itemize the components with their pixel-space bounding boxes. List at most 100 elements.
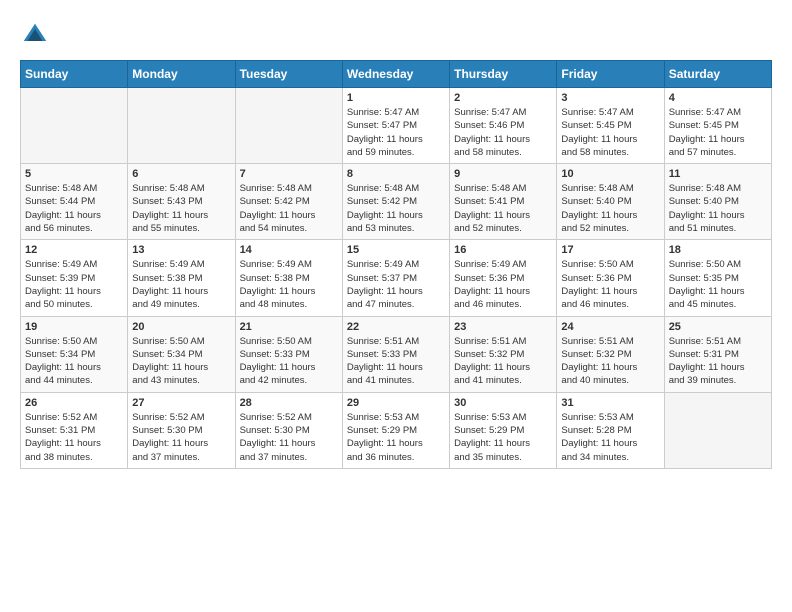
calendar-cell: 6Sunrise: 5:48 AMSunset: 5:43 PMDaylight… (128, 164, 235, 240)
calendar-cell: 5 Sunrise: 5:48 AMSunset: 5:44 PMDaylight… (21, 164, 128, 240)
day-number: 4 (669, 92, 767, 104)
calendar-cell: 23 Sunrise: 5:51 AMSunset: 5:32 PMDayligh… (450, 316, 557, 392)
weekday-header: Sunday (21, 61, 128, 88)
day-info: Sunrise: 5:51 AMSunset: 5:32 PMDaylight:… (561, 335, 659, 388)
day-number: 6 (132, 168, 230, 180)
day-info: Sunrise: 5:47 AMSunset: 5:45 PMDaylight:… (669, 106, 767, 159)
day-number: 22 (347, 321, 445, 333)
day-info: Sunrise: 5:48 AMSunset: 5:41 PMDaylight:… (454, 182, 552, 235)
day-info: Sunrise: 5:47 AMSunset: 5:45 PMDaylight:… (561, 106, 659, 159)
logo (20, 20, 54, 50)
day-info: Sunrise: 5:53 AMSunset: 5:29 PMDaylight:… (454, 411, 552, 464)
day-info: Sunrise: 5:50 AMSunset: 5:34 PMDaylight:… (132, 335, 230, 388)
day-info: Sunrise: 5:47 AMSunset: 5:46 PMDaylight:… (454, 106, 552, 159)
day-number: 25 (669, 321, 767, 333)
day-number: 17 (561, 244, 659, 256)
day-info: Sunrise: 5:50 AMSunset: 5:33 PMDaylight:… (240, 335, 338, 388)
calendar-cell: 9 Sunrise: 5:48 AMSunset: 5:41 PMDaylight… (450, 164, 557, 240)
page-header (20, 20, 772, 50)
day-number: 1 (347, 92, 445, 104)
day-info: Sunrise: 5:53 AMSunset: 5:28 PMDaylight:… (561, 411, 659, 464)
weekday-header: Thursday (450, 61, 557, 88)
day-info: Sunrise: 5:49 AMSunset: 5:38 PMDaylight:… (132, 258, 230, 311)
calendar-cell: 29Sunrise: 5:53 AMSunset: 5:29 PMDayligh… (342, 392, 449, 468)
calendar-cell (664, 392, 771, 468)
calendar-week-row: 5 Sunrise: 5:48 AMSunset: 5:44 PMDaylight… (21, 164, 772, 240)
day-info: Sunrise: 5:50 AMSunset: 5:34 PMDaylight:… (25, 335, 123, 388)
calendar-cell: 14 Sunrise: 5:49 AMSunset: 5:38 PMDayligh… (235, 240, 342, 316)
calendar-cell (21, 88, 128, 164)
day-info: Sunrise: 5:53 AMSunset: 5:29 PMDaylight:… (347, 411, 445, 464)
day-number: 30 (454, 397, 552, 409)
calendar-cell: 31 Sunrise: 5:53 AMSunset: 5:28 PMDayligh… (557, 392, 664, 468)
weekday-header: Wednesday (342, 61, 449, 88)
day-number: 8 (347, 168, 445, 180)
day-number: 20 (132, 321, 230, 333)
weekday-header: Tuesday (235, 61, 342, 88)
day-info: Sunrise: 5:49 AMSunset: 5:38 PMDaylight:… (240, 258, 338, 311)
calendar-cell: 7 Sunrise: 5:48 AMSunset: 5:42 PMDaylight… (235, 164, 342, 240)
day-info: Sunrise: 5:52 AMSunset: 5:30 PMDaylight:… (240, 411, 338, 464)
calendar-cell: 24 Sunrise: 5:51 AMSunset: 5:32 PMDayligh… (557, 316, 664, 392)
calendar-cell: 25Sunrise: 5:51 AMSunset: 5:31 PMDayligh… (664, 316, 771, 392)
calendar-cell: 1 Sunrise: 5:47 AMSunset: 5:47 PMDaylight… (342, 88, 449, 164)
day-number: 13 (132, 244, 230, 256)
logo-icon (20, 20, 50, 50)
day-number: 11 (669, 168, 767, 180)
calendar-cell: 15Sunrise: 5:49 AMSunset: 5:37 PMDayligh… (342, 240, 449, 316)
day-number: 9 (454, 168, 552, 180)
day-info: Sunrise: 5:50 AMSunset: 5:35 PMDaylight:… (669, 258, 767, 311)
calendar-cell: 8 Sunrise: 5:48 AMSunset: 5:42 PMDaylight… (342, 164, 449, 240)
calendar-cell (128, 88, 235, 164)
day-number: 14 (240, 244, 338, 256)
day-number: 28 (240, 397, 338, 409)
day-number: 3 (561, 92, 659, 104)
calendar-cell: 16 Sunrise: 5:49 AMSunset: 5:36 PMDayligh… (450, 240, 557, 316)
calendar-cell: 13 Sunrise: 5:49 AMSunset: 5:38 PMDayligh… (128, 240, 235, 316)
day-info: Sunrise: 5:51 AMSunset: 5:32 PMDaylight:… (454, 335, 552, 388)
day-number: 2 (454, 92, 552, 104)
day-info: Sunrise: 5:50 AMSunset: 5:36 PMDaylight:… (561, 258, 659, 311)
calendar-cell: 2 Sunrise: 5:47 AMSunset: 5:46 PMDaylight… (450, 88, 557, 164)
calendar-cell (235, 88, 342, 164)
day-info: Sunrise: 5:48 AMSunset: 5:44 PMDaylight:… (25, 182, 123, 235)
day-number: 5 (25, 168, 123, 180)
day-info: Sunrise: 5:48 AMSunset: 5:42 PMDaylight:… (347, 182, 445, 235)
day-number: 24 (561, 321, 659, 333)
calendar-cell: 3 Sunrise: 5:47 AMSunset: 5:45 PMDaylight… (557, 88, 664, 164)
day-number: 7 (240, 168, 338, 180)
calendar-week-row: 19 Sunrise: 5:50 AMSunset: 5:34 PMDayligh… (21, 316, 772, 392)
calendar-cell: 17 Sunrise: 5:50 AMSunset: 5:36 PMDayligh… (557, 240, 664, 316)
calendar-cell: 22 Sunrise: 5:51 AMSunset: 5:33 PMDayligh… (342, 316, 449, 392)
calendar-cell: 20 Sunrise: 5:50 AMSunset: 5:34 PMDayligh… (128, 316, 235, 392)
calendar-week-row: 1 Sunrise: 5:47 AMSunset: 5:47 PMDaylight… (21, 88, 772, 164)
day-number: 19 (25, 321, 123, 333)
calendar-cell: 12Sunrise: 5:49 AMSunset: 5:39 PMDayligh… (21, 240, 128, 316)
day-number: 10 (561, 168, 659, 180)
weekday-header: Monday (128, 61, 235, 88)
day-number: 21 (240, 321, 338, 333)
day-number: 16 (454, 244, 552, 256)
weekday-header: Friday (557, 61, 664, 88)
day-number: 26 (25, 397, 123, 409)
day-number: 31 (561, 397, 659, 409)
day-number: 23 (454, 321, 552, 333)
day-info: Sunrise: 5:52 AMSunset: 5:31 PMDaylight:… (25, 411, 123, 464)
calendar-cell: 11 Sunrise: 5:48 AMSunset: 5:40 PMDayligh… (664, 164, 771, 240)
day-info: Sunrise: 5:47 AMSunset: 5:47 PMDaylight:… (347, 106, 445, 159)
day-number: 27 (132, 397, 230, 409)
day-number: 12 (25, 244, 123, 256)
calendar-cell: 28 Sunrise: 5:52 AMSunset: 5:30 PMDayligh… (235, 392, 342, 468)
calendar-cell: 4 Sunrise: 5:47 AMSunset: 5:45 PMDaylight… (664, 88, 771, 164)
day-info: Sunrise: 5:48 AMSunset: 5:42 PMDaylight:… (240, 182, 338, 235)
calendar-cell: 26 Sunrise: 5:52 AMSunset: 5:31 PMDayligh… (21, 392, 128, 468)
calendar-table: SundayMondayTuesdayWednesdayThursdayFrid… (20, 60, 772, 469)
calendar-header-row: SundayMondayTuesdayWednesdayThursdayFrid… (21, 61, 772, 88)
day-info: Sunrise: 5:49 AMSunset: 5:36 PMDaylight:… (454, 258, 552, 311)
calendar-cell: 10Sunrise: 5:48 AMSunset: 5:40 PMDayligh… (557, 164, 664, 240)
day-info: Sunrise: 5:51 AMSunset: 5:33 PMDaylight:… (347, 335, 445, 388)
day-number: 18 (669, 244, 767, 256)
weekday-header: Saturday (664, 61, 771, 88)
day-info: Sunrise: 5:48 AMSunset: 5:40 PMDaylight:… (669, 182, 767, 235)
calendar-cell: 18 Sunrise: 5:50 AMSunset: 5:35 PMDayligh… (664, 240, 771, 316)
